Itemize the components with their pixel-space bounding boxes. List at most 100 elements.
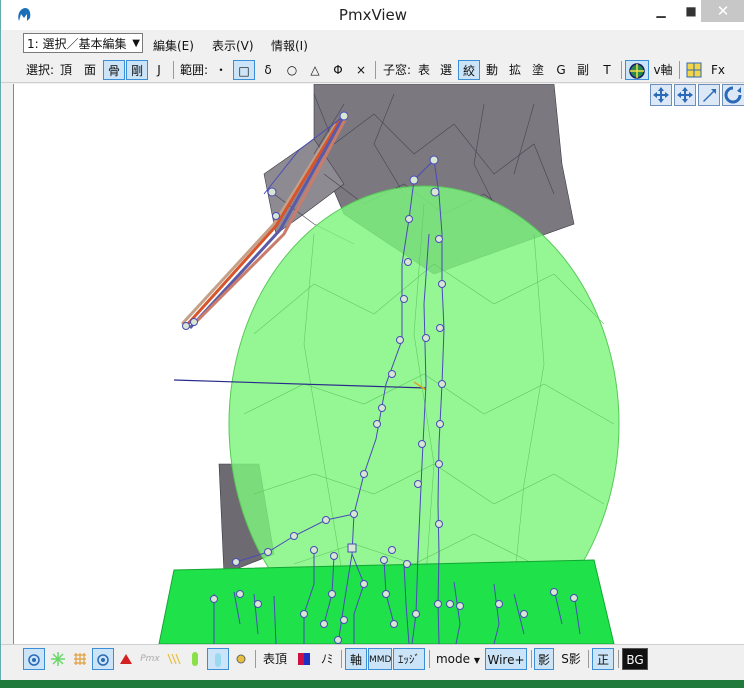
select-label: 選択: xyxy=(25,63,55,77)
subwin-morph-button[interactable]: 絞 xyxy=(458,60,480,80)
shape-icon xyxy=(215,653,221,667)
bottom-divider xyxy=(341,650,342,668)
select-joint-button[interactable]: J xyxy=(151,60,167,80)
minimize-icon: ▁ xyxy=(656,4,666,18)
mmd-button[interactable]: MMD xyxy=(368,648,392,670)
3d-viewport[interactable] xyxy=(13,84,744,644)
fx-grid-button[interactable] xyxy=(684,60,704,80)
menu-edit[interactable]: 編集(E) xyxy=(153,37,194,54)
range-delta-button[interactable]: δ xyxy=(259,60,277,80)
edge-button[interactable]: ｴｯｼﾞ xyxy=(393,648,425,670)
pmx-icon: Pmx xyxy=(140,654,160,664)
range-circle-button[interactable]: ○ xyxy=(283,60,301,80)
capsule-icon xyxy=(192,652,198,666)
texture-icon xyxy=(74,653,86,665)
pan-icon xyxy=(677,87,693,103)
subwin-motion-button[interactable]: 動 xyxy=(483,60,501,80)
fx-label[interactable]: Fx xyxy=(707,60,729,80)
sparkle-icon xyxy=(51,652,65,666)
sparkle-toggle-button[interactable] xyxy=(47,648,69,670)
dots-icon xyxy=(167,653,181,665)
mode-select[interactable]: 1: 選択／基本編集 ▼ xyxy=(23,33,143,53)
subwindow-label: 子窓: xyxy=(382,63,412,77)
range-rect-button[interactable]: □ xyxy=(233,60,255,80)
title-bar: PmxView ▁ ■ ✕ xyxy=(1,0,744,30)
texture-toggle-button[interactable] xyxy=(69,648,91,670)
vaxis-icon xyxy=(629,63,645,79)
bottom-divider xyxy=(531,650,532,668)
close-icon: ✕ xyxy=(716,2,730,20)
mode-dropdown[interactable]: mode ▼ xyxy=(433,648,483,670)
subwin-t-button[interactable]: T xyxy=(599,60,615,80)
wire-button[interactable]: Wire+ xyxy=(485,648,527,670)
menu-info[interactable]: 情報(I) xyxy=(271,37,308,54)
background-button[interactable]: BG xyxy=(622,648,648,670)
shadow-button[interactable]: 影 xyxy=(534,648,554,670)
pmx-toggle-button[interactable]: Pmx xyxy=(139,648,161,670)
subwin-paint-button[interactable]: 塗 xyxy=(529,60,547,80)
table-vertex-button[interactable]: 表頂 xyxy=(260,648,290,670)
rotate-button[interactable] xyxy=(722,84,744,106)
range-dot-button[interactable]: ・ xyxy=(213,60,229,80)
range-label: 範囲: xyxy=(179,63,209,77)
move-view-icon xyxy=(653,87,669,103)
toolbar-divider xyxy=(173,61,174,79)
bottom-divider xyxy=(588,650,589,668)
floor-rigid xyxy=(158,559,615,644)
bone-square-marker xyxy=(347,543,357,553)
axis-button[interactable]: 軸 xyxy=(345,648,367,670)
subwin-g-button[interactable]: G xyxy=(553,60,569,80)
mode-dropdown-label: mode xyxy=(435,652,471,666)
red-triangle-icon xyxy=(120,654,132,664)
zoom-icon xyxy=(703,89,716,102)
minimize-button[interactable]: ▁ xyxy=(646,0,676,22)
select-vertex-button[interactable]: 頂 xyxy=(57,60,75,80)
self-shadow-button[interactable]: S影 xyxy=(557,648,585,670)
color-square-icon xyxy=(298,653,310,665)
fx-icon xyxy=(686,62,702,78)
model-render xyxy=(158,84,620,644)
select-bone-button[interactable]: 骨 xyxy=(103,60,125,80)
maximize-icon: ■ xyxy=(685,4,697,18)
select-face-button[interactable]: 面 xyxy=(81,60,99,80)
close-button[interactable]: ✕ xyxy=(701,0,744,22)
bottom-divider xyxy=(255,650,256,668)
vaxis-toggle-button[interactable] xyxy=(625,60,649,80)
mode-select-value: 1: 選択／基本編集 xyxy=(27,37,127,51)
range-triangle-button[interactable]: △ xyxy=(306,60,324,80)
bottom-divider xyxy=(429,650,430,668)
target-icon xyxy=(97,654,109,666)
target-toggle-button[interactable] xyxy=(92,648,114,670)
subwin-select-button[interactable]: 選 xyxy=(437,60,455,80)
subwin-table-button[interactable]: 表 xyxy=(415,60,433,80)
range-cross-button[interactable]: × xyxy=(352,60,370,80)
front-view-button[interactable]: 正 xyxy=(592,648,614,670)
no-button[interactable]: ﾉﾐ xyxy=(317,648,337,670)
capsule-toggle-button[interactable] xyxy=(185,648,205,670)
vaxis-label[interactable]: v軸 xyxy=(651,60,675,80)
subwin-sub-button[interactable]: 副 xyxy=(574,60,592,80)
move-view-button[interactable] xyxy=(650,84,672,106)
chevron-down-icon: ▼ xyxy=(473,656,480,665)
toolbar-divider xyxy=(679,61,680,79)
point-icon xyxy=(28,654,40,666)
select-rigid-button[interactable]: 剛 xyxy=(126,60,148,80)
toolbar-divider xyxy=(375,61,376,79)
bottom-divider xyxy=(618,650,619,668)
zoom-button[interactable] xyxy=(698,84,720,106)
subwin-expand-button[interactable]: 拡 xyxy=(506,60,524,80)
chevron-down-icon: ▼ xyxy=(132,38,140,49)
triangle-toggle-button[interactable] xyxy=(116,648,136,670)
app-window: PmxView ▁ ■ ✕ 1: 選択／基本編集 ▼ 編集(E) 表示(V) 情… xyxy=(0,0,744,680)
pan-button[interactable] xyxy=(674,84,696,106)
dots-toggle-button[interactable] xyxy=(162,648,184,670)
joint-icon xyxy=(236,654,246,664)
toolbar-divider xyxy=(621,61,622,79)
color-toggle-button[interactable] xyxy=(295,648,313,670)
range-phi-button[interactable]: Φ xyxy=(329,60,347,80)
point-toggle-button[interactable] xyxy=(23,648,45,670)
shape-toggle-button[interactable] xyxy=(207,648,229,670)
window-title: PmxView xyxy=(338,6,408,24)
menu-view[interactable]: 表示(V) xyxy=(212,37,254,54)
joint-toggle-button[interactable] xyxy=(231,648,251,670)
